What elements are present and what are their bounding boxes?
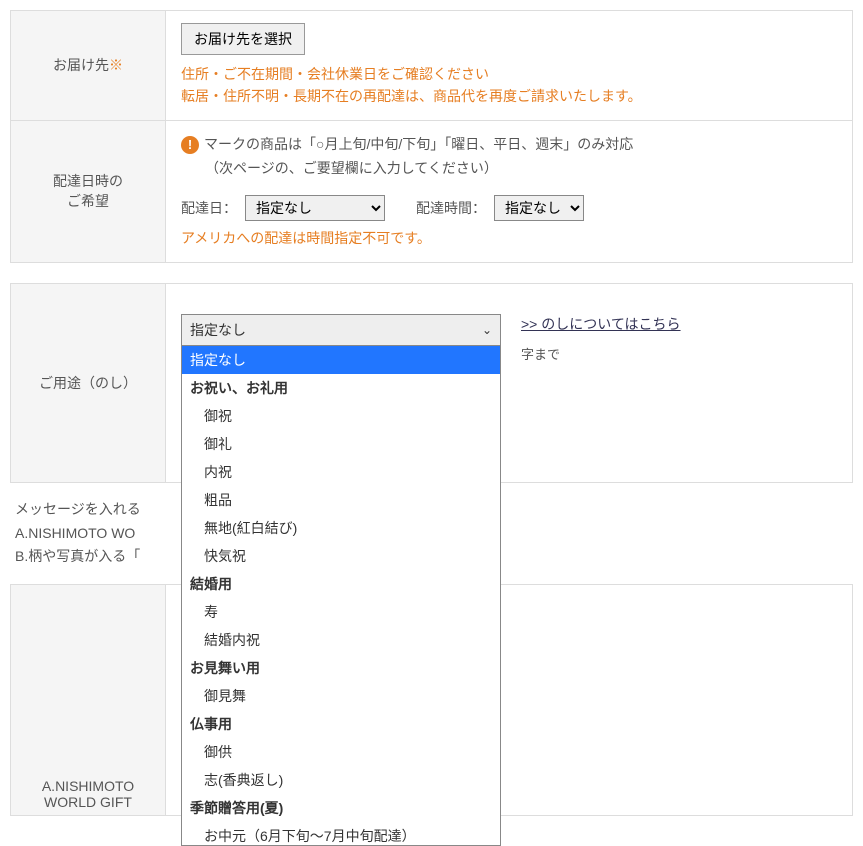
delivery-selectors: 配達日： 指定なし 配達時間： 指定なし — [181, 195, 837, 221]
delivery-datetime-row: 配達日時の ご希望 ! マークの商品は「○月上旬/中旬/下旬」「曜日、平日、週末」… — [10, 120, 853, 263]
noshi-content: 指定なし ⌄ 指定なしお祝い、お礼用御祝御礼内祝粗品無地(紅白結び)快気祝結婚用… — [166, 284, 852, 482]
noshi-option: お祝い、お礼用 — [182, 374, 500, 402]
noshi-option[interactable]: 寿 — [182, 598, 500, 626]
noshi-option: 季節贈答用(夏) — [182, 794, 500, 822]
delivery-address-row: お届け先※ お届け先を選択 住所・ご不在期間・会社休業日をご確認ください 転居・… — [10, 10, 853, 120]
noshi-selected-value: 指定なし — [190, 320, 246, 340]
noshi-option[interactable]: 結婚内祝 — [182, 626, 500, 654]
delivery-address-label: お届け先※ — [11, 11, 166, 120]
us-delivery-warning: アメリカへの配達は時間指定不可です。 — [181, 227, 837, 249]
chevron-down-icon: ⌄ — [482, 323, 492, 337]
noshi-option[interactable]: 志(香典返し) — [182, 766, 500, 794]
address-note-2: 転居・住所不明・長期不在の再配達は、商品代を再度ご請求いたします。 — [181, 85, 837, 107]
delivery-datetime-label: 配達日時の ご希望 — [11, 121, 166, 262]
noshi-option[interactable]: 御礼 — [182, 430, 500, 458]
noshi-option[interactable]: 御見舞 — [182, 682, 500, 710]
noshi-select-wrapper: 指定なし ⌄ 指定なしお祝い、お礼用御祝御礼内祝粗品無地(紅白結び)快気祝結婚用… — [181, 314, 501, 346]
noshi-option[interactable]: 無地(紅白結び) — [182, 514, 500, 542]
delivery-address-content: お届け先を選択 住所・ご不在期間・会社休業日をご確認ください 転居・住所不明・長… — [166, 11, 852, 120]
noshi-note: 字まで — [521, 344, 837, 363]
info-text-1: マークの商品は「○月上旬/中旬/下旬」「曜日、平日、週末」のみ対応 — [204, 136, 633, 152]
noshi-option[interactable]: 御祝 — [182, 402, 500, 430]
warning-icon: ! — [181, 136, 199, 154]
noshi-select-button[interactable]: 指定なし ⌄ — [181, 314, 501, 346]
noshi-help-link[interactable]: >> のしについてはこちら — [521, 314, 681, 334]
noshi-option[interactable]: 内祝 — [182, 458, 500, 486]
noshi-dropdown-list[interactable]: 指定なしお祝い、お礼用御祝御礼内祝粗品無地(紅白結び)快気祝結婚用寿結婚内祝お見… — [181, 346, 501, 846]
noshi-option: 仏事用 — [182, 710, 500, 738]
datetime-info: ! マークの商品は「○月上旬/中旬/下旬」「曜日、平日、週末」のみ対応 （次ページ… — [181, 133, 837, 181]
noshi-option[interactable]: お中元（6月下旬～7月中旬配達） — [182, 822, 500, 846]
noshi-option[interactable]: 粗品 — [182, 486, 500, 514]
card-a-label: A.NISHIMOTO WORLD GIFT — [11, 585, 166, 815]
noshi-option[interactable]: 指定なし — [182, 346, 500, 374]
delivery-date-select[interactable]: 指定なし — [245, 195, 385, 221]
noshi-option: お見舞い用 — [182, 654, 500, 682]
noshi-label: ご用途（のし） — [11, 284, 166, 482]
info-text-2: （次ページの、ご要望欄に入力してください） — [181, 157, 837, 181]
label-text: お届け先 — [53, 57, 109, 73]
required-mark: ※ — [109, 57, 123, 73]
delivery-time-select[interactable]: 指定なし — [494, 195, 584, 221]
noshi-option[interactable]: 快気祝 — [182, 542, 500, 570]
noshi-option: 結婚用 — [182, 570, 500, 598]
noshi-row: ご用途（のし） 指定なし ⌄ 指定なしお祝い、お礼用御祝御礼内祝粗品無地(紅白結… — [10, 283, 853, 483]
noshi-option[interactable]: 御供 — [182, 738, 500, 766]
delivery-datetime-content: ! マークの商品は「○月上旬/中旬/下旬」「曜日、平日、週末」のみ対応 （次ページ… — [166, 121, 852, 262]
time-label: 配達時間： — [416, 198, 486, 218]
date-label: 配達日： — [181, 198, 237, 218]
select-address-button[interactable]: お届け先を選択 — [181, 23, 305, 55]
address-note-1: 住所・ご不在期間・会社休業日をご確認ください — [181, 63, 837, 85]
